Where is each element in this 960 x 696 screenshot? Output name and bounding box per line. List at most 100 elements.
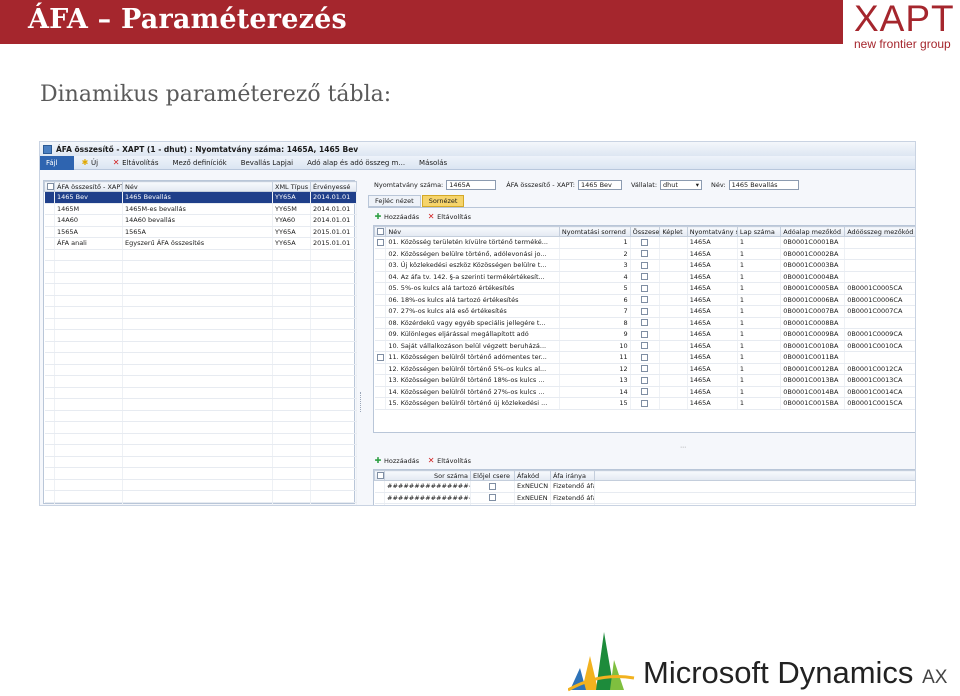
vat-code-row[interactable]: ################ ExNEUCN Fizetendő áfa: [374, 480, 915, 493]
total-checkbox[interactable]: [641, 342, 649, 350]
field-definitions-button[interactable]: Mező definíciók: [165, 156, 233, 170]
row-number-cell[interactable]: ################: [384, 503, 471, 505]
summary-cell-date[interactable]: 2015.01.01: [310, 237, 357, 250]
tax-code-cell[interactable]: 0B0001C0010CA: [844, 340, 915, 352]
form-number-cell[interactable]: 1465A: [687, 386, 738, 398]
total-checkbox-cell[interactable]: [630, 294, 661, 306]
col-header-vat-direction[interactable]: Áfa iránya: [550, 470, 595, 481]
return-sheets-button[interactable]: Bevallás Lapjai: [234, 156, 300, 170]
formula-cell[interactable]: [659, 248, 688, 260]
print-order-cell[interactable]: 13: [559, 374, 631, 387]
print-order-cell[interactable]: 5: [559, 282, 631, 295]
name-field[interactable]: 1465 Bevallás: [728, 180, 799, 190]
line-item-row[interactable]: 05. 5%-os kulcs alá tartozó értékesítés 5…: [374, 282, 915, 295]
line-name-cell[interactable]: 01. Közösség területén kívülre történő t…: [385, 236, 560, 249]
row-selector[interactable]: [374, 236, 387, 249]
base-code-cell[interactable]: 0B0001C0007BA: [780, 305, 846, 318]
formula-cell[interactable]: [659, 351, 688, 364]
col-header-base-code[interactable]: Adóalap mezőkód: [780, 226, 846, 237]
form-number-cell[interactable]: 1465A: [687, 351, 738, 364]
form-number-cell[interactable]: 1465A: [687, 340, 738, 352]
sheet-number-cell[interactable]: 1: [737, 294, 782, 306]
form-number-cell[interactable]: 1465A: [687, 236, 738, 249]
total-checkbox-cell[interactable]: [630, 363, 661, 375]
col-header-total[interactable]: Összesen: [629, 226, 661, 237]
row-number-cell[interactable]: ################: [384, 480, 471, 493]
row-selector[interactable]: [374, 374, 387, 387]
print-order-cell[interactable]: 6: [559, 294, 631, 306]
vat-code-cell[interactable]: ExNEUEN: [514, 492, 551, 504]
formula-cell[interactable]: [659, 374, 688, 387]
sheet-number-cell[interactable]: 1: [737, 363, 782, 375]
summary-cell-xml[interactable]: YY65A: [272, 226, 311, 238]
col-header-valid-from[interactable]: Érvényessé: [310, 181, 357, 192]
tax-code-cell[interactable]: 0B0001C0007CA: [844, 305, 915, 318]
row-number-cell[interactable]: ################: [384, 492, 471, 504]
line-name-cell[interactable]: 08. Közérdekű vagy egyéb speciális jelle…: [385, 317, 560, 329]
formula-cell[interactable]: [659, 294, 688, 306]
row-selector[interactable]: [374, 503, 385, 505]
total-checkbox[interactable]: [641, 273, 649, 281]
summary-cell-name[interactable]: 14A60 bevallás: [122, 214, 273, 227]
summary-cell-code[interactable]: 14A60: [54, 214, 123, 227]
summary-cell-name[interactable]: 1465 Bevallás: [122, 191, 273, 204]
row-selector[interactable]: [44, 237, 55, 250]
form-number-cell[interactable]: 1465A: [687, 328, 738, 341]
sign-swap-checkbox[interactable]: [489, 494, 496, 502]
line-item-row[interactable]: 14. Közösségen belülről történő 27%-os k…: [374, 386, 915, 398]
col-header-summary[interactable]: ÁFA összesítő - XAPT: [54, 181, 123, 192]
vat-direction-cell[interactable]: Fizetendő áfa: [550, 492, 595, 504]
base-code-cell[interactable]: 0B0001C0014BA: [780, 386, 846, 398]
print-order-cell[interactable]: 15: [559, 397, 631, 410]
tax-code-cell[interactable]: [844, 271, 915, 283]
total-checkbox[interactable]: [641, 376, 649, 384]
sheet-number-cell[interactable]: 1: [737, 259, 782, 272]
tab-header-view[interactable]: Fejléc nézet: [368, 195, 421, 207]
summary-cell-xml[interactable]: YYA60: [272, 214, 311, 227]
form-number-cell[interactable]: 1465A: [687, 282, 738, 295]
remove-row-button[interactable]: ✕ Eltávolítás: [427, 213, 471, 222]
total-checkbox-cell[interactable]: [630, 386, 661, 398]
row-selector[interactable]: [374, 294, 387, 306]
summary-row[interactable]: ÁFA anali Egyszerű ÁFA összesítés YY65A 201…: [44, 237, 357, 250]
line-name-cell[interactable]: 11. Közösségen belülről történő adómente…: [385, 351, 560, 364]
print-order-cell[interactable]: 8: [559, 317, 631, 329]
row-selector[interactable]: [374, 351, 387, 364]
line-item-row[interactable]: 10. Saját vállalkozáson belül végzett be…: [374, 340, 915, 352]
col-header-sheet-number[interactable]: Lap száma: [736, 226, 782, 237]
tax-code-cell[interactable]: [844, 351, 915, 364]
col-header-vat-code[interactable]: Áfakód: [514, 470, 551, 481]
total-checkbox[interactable]: [641, 319, 649, 327]
sheet-number-cell[interactable]: 1: [737, 317, 782, 329]
form-number-cell[interactable]: 1465A: [687, 317, 738, 329]
line-name-cell[interactable]: 15. Közösségen belülről történő új közle…: [385, 397, 560, 410]
sheet-number-cell[interactable]: 1: [737, 271, 782, 283]
tax-code-cell[interactable]: 0B0001C0014CA: [844, 386, 915, 398]
row-selector[interactable]: [44, 226, 55, 238]
tax-code-cell[interactable]: 0B0001C0015CA: [844, 397, 915, 410]
total-checkbox[interactable]: [641, 238, 649, 246]
print-order-cell[interactable]: 7: [559, 305, 631, 318]
row-selector[interactable]: [374, 340, 387, 352]
select-all-vat-checkbox-cell[interactable]: [374, 470, 385, 481]
sheet-number-cell[interactable]: 1: [737, 386, 782, 398]
base-code-cell[interactable]: 0B0001C0002BA: [780, 248, 846, 260]
formula-cell[interactable]: [659, 386, 688, 398]
summary-row[interactable]: 1465 Bev 1465 Bevallás YY65A 2014.01.01: [44, 191, 357, 204]
print-order-cell[interactable]: 3: [559, 259, 631, 272]
summary-cell-name[interactable]: 1465M-es bevallás: [122, 203, 273, 215]
print-order-cell[interactable]: 10: [559, 340, 631, 352]
summary-cell-xml[interactable]: YY65M: [272, 203, 311, 215]
line-name-cell[interactable]: 10. Saját vállalkozáson belül végzett be…: [385, 340, 560, 352]
row-selector[interactable]: [374, 328, 387, 341]
print-order-cell[interactable]: 9: [559, 328, 631, 341]
line-name-cell[interactable]: 12. Közösségen belülről történő 5%-os ku…: [385, 363, 560, 375]
total-checkbox-cell[interactable]: [630, 259, 661, 272]
total-checkbox[interactable]: [641, 284, 649, 292]
col-header-print-order[interactable]: Nyomtatási sorrend: [558, 226, 631, 237]
select-all-checkbox[interactable]: [47, 183, 54, 190]
line-name-cell[interactable]: 06. 18%-os kulcs alá tartozó értékesítés: [385, 294, 560, 306]
base-code-cell[interactable]: 0B0001C0009BA: [780, 328, 846, 341]
total-checkbox-cell[interactable]: [630, 282, 661, 295]
row-selector[interactable]: [374, 248, 387, 260]
